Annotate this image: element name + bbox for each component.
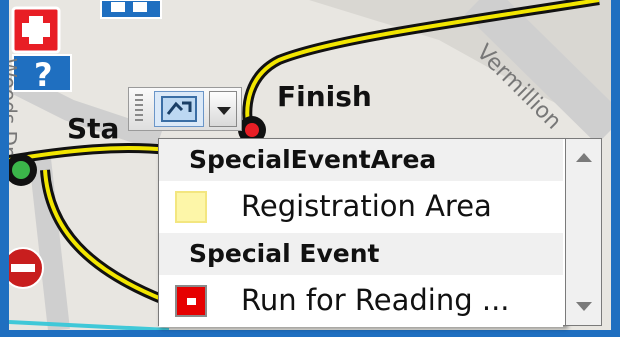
toolbar-grip-handle[interactable] [135, 94, 143, 124]
list-item-label: Registration Area [241, 189, 492, 223]
list-item-label: Run for Reading ... [241, 283, 510, 317]
list-item-registration-area[interactable]: Registration Area [159, 181, 563, 233]
dropdown-scrollbar[interactable] [566, 138, 602, 326]
list-item-run-for-reading[interactable]: Run for Reading ... [159, 275, 563, 327]
svg-text:?: ? [34, 56, 53, 94]
symbol-swatch-button[interactable] [154, 91, 204, 127]
finish-label: Finish [277, 80, 372, 113]
symbol-swatch-icon [161, 96, 197, 122]
group-header-special-event: Special Event [159, 233, 563, 275]
street-label-woods: Woods Dr [9, 58, 21, 155]
registration-area-swatch-icon [175, 191, 207, 223]
symbol-dropdown-list: SpecialEventArea Registration Area Speci… [158, 138, 566, 327]
parking-icon[interactable] [100, 0, 162, 19]
no-entry-icon[interactable] [9, 247, 44, 289]
symbol-picker-toolbar [128, 87, 242, 131]
scroll-up-icon[interactable] [576, 153, 592, 162]
start-label: Sta [67, 112, 120, 145]
first-aid-icon[interactable] [11, 6, 61, 54]
scroll-down-icon[interactable] [576, 302, 592, 311]
chevron-down-icon[interactable] [209, 91, 237, 127]
information-icon[interactable]: ? [12, 54, 72, 94]
run-for-reading-swatch-icon [175, 285, 207, 317]
group-header-special-event-area: SpecialEventArea [159, 139, 563, 181]
